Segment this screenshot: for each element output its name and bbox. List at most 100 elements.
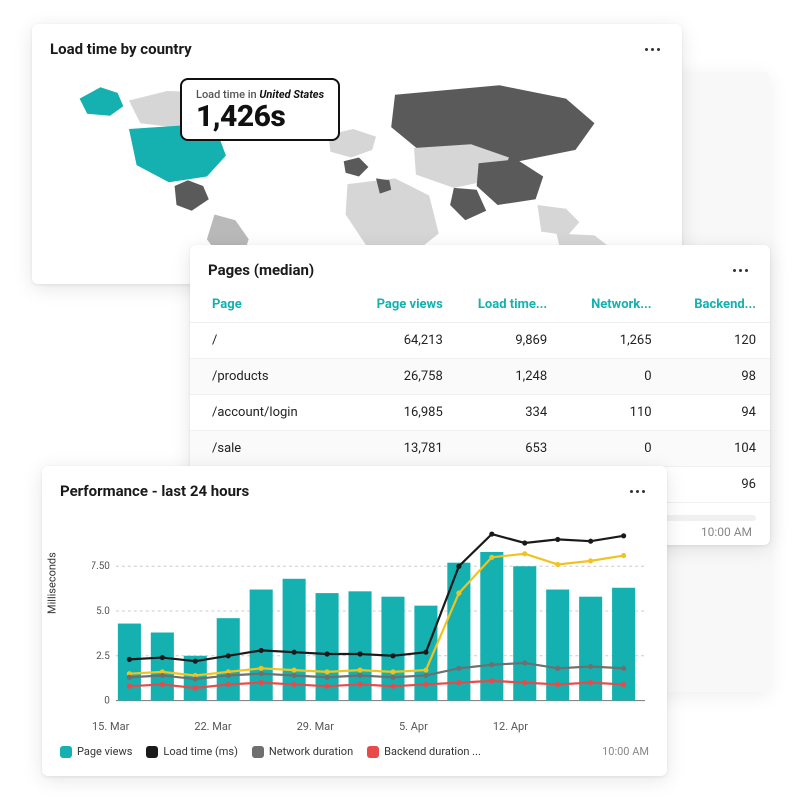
- data-point[interactable]: [390, 653, 395, 658]
- data-point[interactable]: [555, 537, 560, 542]
- data-point[interactable]: [357, 668, 362, 673]
- cell-net: 110: [561, 395, 665, 431]
- region-mexico: [175, 180, 209, 210]
- data-point[interactable]: [193, 685, 198, 690]
- data-point[interactable]: [324, 675, 329, 680]
- table-row[interactable]: /64,2139,8691,265120: [190, 323, 770, 359]
- data-point[interactable]: [588, 680, 593, 685]
- data-point[interactable]: [621, 553, 626, 558]
- more-icon[interactable]: [626, 486, 649, 497]
- col-network[interactable]: Network...: [561, 287, 665, 323]
- world-map-svg: [50, 72, 664, 262]
- data-point[interactable]: [489, 662, 494, 667]
- cell-page: /sale: [190, 431, 352, 467]
- data-point[interactable]: [324, 651, 329, 656]
- map-card-title: Load time by country: [50, 40, 192, 58]
- data-point[interactable]: [489, 678, 494, 683]
- data-point[interactable]: [423, 682, 428, 687]
- data-point[interactable]: [127, 684, 132, 689]
- more-icon[interactable]: [641, 44, 664, 55]
- data-point[interactable]: [522, 680, 527, 685]
- data-point[interactable]: [160, 673, 165, 678]
- cell-back: 96: [666, 467, 770, 503]
- chart-card-header: Performance - last 24 hours: [42, 466, 667, 508]
- bar[interactable]: [151, 633, 174, 701]
- more-icon[interactable]: [729, 265, 752, 276]
- table-row[interactable]: /sale13,7816530104: [190, 431, 770, 467]
- data-point[interactable]: [357, 673, 362, 678]
- data-point[interactable]: [621, 666, 626, 671]
- cell-views: 26,758: [352, 359, 456, 395]
- data-point[interactable]: [489, 555, 494, 560]
- data-point[interactable]: [259, 648, 264, 653]
- data-point[interactable]: [259, 680, 264, 685]
- region-se-asia: [538, 205, 580, 235]
- legend-item[interactable]: Page views: [60, 745, 132, 758]
- data-point[interactable]: [423, 668, 428, 673]
- legend-item[interactable]: Network duration: [252, 745, 353, 758]
- chart-svg[interactable]: 02.55.07.50: [92, 510, 649, 720]
- col-views[interactable]: Page views: [352, 287, 456, 323]
- data-point[interactable]: [621, 682, 626, 687]
- region-alaska: [80, 87, 124, 116]
- data-point[interactable]: [324, 684, 329, 689]
- cell-net: 0: [561, 359, 665, 395]
- legend-item[interactable]: Backend duration ...: [367, 745, 481, 758]
- data-point[interactable]: [292, 650, 297, 655]
- data-point[interactable]: [522, 540, 527, 545]
- data-point[interactable]: [456, 680, 461, 685]
- legend-item[interactable]: Load time (ms): [146, 745, 238, 758]
- data-point[interactable]: [357, 651, 362, 656]
- table-row[interactable]: /products26,7581,248098: [190, 359, 770, 395]
- legend-swatch: [367, 746, 379, 758]
- cell-views: 16,985: [352, 395, 456, 431]
- chart-legend: Page views Load time (ms) Network duration…: [42, 733, 667, 768]
- data-point[interactable]: [292, 668, 297, 673]
- cell-load: 9,869: [457, 323, 561, 359]
- data-point[interactable]: [193, 676, 198, 681]
- data-point[interactable]: [324, 669, 329, 674]
- data-point[interactable]: [357, 682, 362, 687]
- data-point[interactable]: [292, 673, 297, 678]
- data-point[interactable]: [588, 664, 593, 669]
- data-point[interactable]: [160, 682, 165, 687]
- data-point[interactable]: [226, 653, 231, 658]
- data-point[interactable]: [522, 551, 527, 556]
- data-point[interactable]: [588, 539, 593, 544]
- data-point[interactable]: [127, 657, 132, 662]
- data-point[interactable]: [160, 655, 165, 660]
- bar[interactable]: [217, 618, 240, 700]
- cell-back: 104: [666, 431, 770, 467]
- data-point[interactable]: [489, 531, 494, 536]
- data-point[interactable]: [193, 659, 198, 664]
- bar[interactable]: [118, 624, 141, 701]
- data-point[interactable]: [555, 682, 560, 687]
- data-point[interactable]: [522, 660, 527, 665]
- data-point[interactable]: [456, 666, 461, 671]
- col-backend[interactable]: Backend...: [666, 287, 770, 323]
- data-point[interactable]: [423, 673, 428, 678]
- data-point[interactable]: [423, 650, 428, 655]
- data-point[interactable]: [292, 682, 297, 687]
- data-point[interactable]: [390, 684, 395, 689]
- chart-body: Milliseconds 02.55.07.50: [42, 508, 667, 720]
- data-point[interactable]: [456, 564, 461, 569]
- data-point[interactable]: [127, 675, 132, 680]
- data-point[interactable]: [555, 562, 560, 567]
- col-page[interactable]: Page: [190, 287, 352, 323]
- data-point[interactable]: [621, 533, 626, 538]
- data-point[interactable]: [226, 673, 231, 678]
- data-point[interactable]: [390, 675, 395, 680]
- data-point[interactable]: [390, 669, 395, 674]
- data-point[interactable]: [456, 591, 461, 596]
- data-point[interactable]: [259, 666, 264, 671]
- table-row[interactable]: /account/login16,98533411094: [190, 395, 770, 431]
- bar[interactable]: [480, 552, 503, 701]
- data-point[interactable]: [588, 558, 593, 563]
- col-load[interactable]: Load time...: [457, 287, 561, 323]
- data-point[interactable]: [555, 666, 560, 671]
- cell-views: 64,213: [352, 323, 456, 359]
- data-point[interactable]: [226, 682, 231, 687]
- svg-text:2.5: 2.5: [96, 651, 110, 662]
- data-point[interactable]: [259, 671, 264, 676]
